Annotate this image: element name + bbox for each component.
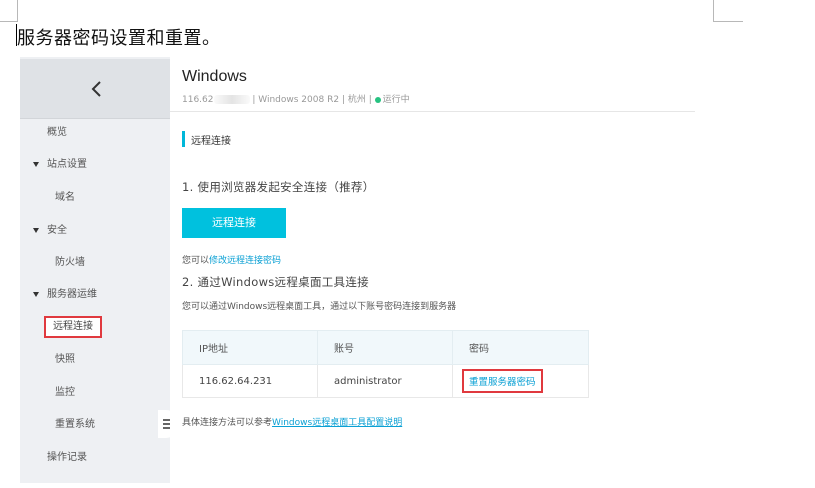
sidebar-item-domain[interactable]: 域名 (20, 188, 170, 208)
region: 杭州 (347, 95, 366, 105)
sidebar-group-security[interactable]: 安全 (20, 221, 170, 241)
change-password-prefix: 您可以 (182, 256, 210, 266)
table-row: 116.62.64.231 administrator 重置服务器密码 (182, 364, 589, 398)
column-header-ip: IP地址 (182, 330, 318, 365)
sidebar-item-label: 监控 (55, 387, 75, 398)
cell-password: 重置服务器密码 (452, 364, 589, 398)
sidebar-item-overview[interactable]: 概览 (20, 123, 170, 143)
chevron-left-icon[interactable] (87, 77, 107, 101)
page-corner-mark (713, 21, 743, 22)
sidebar-item-label: 远程连接 (44, 316, 102, 338)
cell-ip: 116.62.64.231 (182, 364, 318, 398)
sidebar-item-label: 操作记录 (47, 452, 87, 463)
sidebar-item-label: 安全 (47, 225, 67, 236)
instance-title: Windows (182, 68, 247, 85)
sidebar-item-label: 重置系统 (55, 419, 95, 430)
reset-password-link[interactable]: 重置服务器密码 (462, 369, 543, 393)
os-version: | Windows 2008 R2 | (252, 95, 345, 105)
sidebar-group-site-settings[interactable]: 站点设置 (20, 155, 170, 175)
sidebar-item-label: 防火墙 (55, 257, 85, 268)
sidebar-item-monitor[interactable]: 监控 (20, 383, 170, 403)
console-screenshot: 概览 站点设置 域名 安全 防火墙 服务器运维 远程连接 快照 监控 重置系统 … (20, 57, 695, 483)
section-accent-bar (182, 131, 185, 147)
redacted-ip (213, 95, 250, 104)
change-password-line: 您可以修改远程连接密码 (182, 253, 281, 266)
change-password-link[interactable]: 修改远程连接密码 (209, 256, 281, 266)
footnote: 具体连接方法可以参考Windows远程桌面工具配置说明 (182, 415, 402, 428)
document-heading[interactable]: 服务器密码设置和重置。 (17, 24, 221, 50)
step2-title: 2. 通过Windows远程桌面工具连接 (182, 275, 369, 289)
ip-prefix: 116.62 (182, 95, 214, 105)
sidebar-group-server-ops[interactable]: 服务器运维 (20, 285, 170, 305)
remote-connect-button[interactable]: 远程连接 (182, 208, 286, 238)
sidebar-item-firewall[interactable]: 防火墙 (20, 253, 170, 273)
sidebar-item-label: 快照 (55, 354, 75, 365)
status-text: 运行中 (382, 95, 410, 105)
sidebar-item-label: 域名 (55, 192, 75, 203)
caret-down-icon (33, 162, 39, 167)
page-corner-mark (0, 21, 18, 22)
sidebar-item-label: 概览 (47, 127, 67, 138)
footnote-prefix: 具体连接方法可以参考 (182, 418, 273, 428)
caret-down-icon (33, 292, 39, 297)
sidebar-item-reset-system[interactable]: 重置系统 (20, 415, 170, 435)
section-title: 远程连接 (191, 136, 231, 147)
separator: | (368, 95, 372, 105)
sidebar-item-remote-connect[interactable]: 远程连接 (20, 316, 170, 338)
page-corner-mark (713, 0, 714, 22)
column-header-account: 账号 (317, 330, 453, 365)
status-dot-icon (374, 96, 381, 103)
instance-meta: 116.62 | Windows 2008 R2 | 杭州 | 运行中 (182, 92, 410, 105)
sidebar-item-operation-log[interactable]: 操作记录 (20, 448, 170, 468)
caret-down-icon (33, 228, 39, 233)
credentials-table: IP地址 账号 密码 116.62.64.231 administrator 重… (182, 330, 589, 398)
sidebar-item-label: 服务器运维 (47, 289, 97, 300)
rdp-guide-link[interactable]: Windows远程桌面工具配置说明 (272, 418, 402, 428)
sidebar: 概览 站点设置 域名 安全 防火墙 服务器运维 远程连接 快照 监控 重置系统 … (20, 57, 170, 483)
page-corner-mark (17, 0, 18, 22)
main-content: Windows 116.62 | Windows 2008 R2 | 杭州 | … (170, 57, 695, 483)
step1-title: 1. 使用浏览器发起安全连接（推荐） (182, 180, 375, 194)
column-header-password: 密码 (452, 330, 589, 365)
instance-header: Windows 116.62 | Windows 2008 R2 | 杭州 | … (170, 58, 695, 112)
sidebar-item-label: 站点设置 (47, 159, 87, 170)
table-header-row: IP地址 账号 密码 (182, 330, 589, 365)
sidebar-item-snapshot[interactable]: 快照 (20, 350, 170, 370)
step2-description: 您可以通过Windows远程桌面工具，通过以下账号密码连接到服务器 (182, 302, 457, 312)
sidebar-header (20, 59, 170, 119)
cell-account: administrator (317, 364, 453, 398)
